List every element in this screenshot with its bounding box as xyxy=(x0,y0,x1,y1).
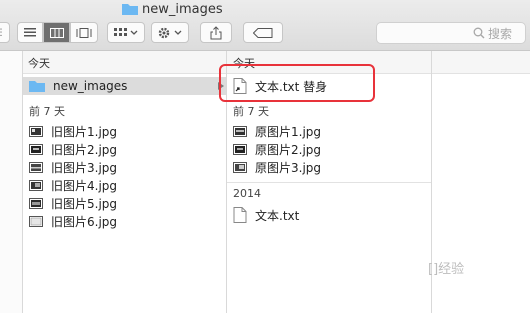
list-item[interactable]: 旧图片3.jpg xyxy=(29,158,117,176)
column1-header-label: 今天 xyxy=(28,57,50,70)
image-thumbnail-icon xyxy=(233,143,247,155)
file-name: 原图片1.jpg xyxy=(255,124,322,139)
share-icon xyxy=(210,25,222,39)
share-button[interactable] xyxy=(200,22,232,43)
search-placeholder: 搜索 xyxy=(488,27,513,41)
image-thumbnail-icon xyxy=(29,179,43,191)
tag-icon xyxy=(253,27,273,38)
grid-dropdown-icon xyxy=(114,27,138,36)
list-item[interactable]: 原图片1.jpg xyxy=(233,122,321,140)
file-name: 旧图片6.jpg xyxy=(51,214,118,229)
search-icon xyxy=(473,27,485,39)
file-name: 旧图片4.jpg xyxy=(51,178,118,193)
list-item[interactable]: 原图片3.jpg xyxy=(233,158,321,176)
list-item[interactable]: 旧图片4.jpg xyxy=(29,176,117,194)
watermark: []经验 xyxy=(428,262,465,277)
list-item[interactable]: new_images xyxy=(23,77,226,95)
tag-button[interactable] xyxy=(243,22,283,43)
back-button[interactable]: ⋮ xyxy=(0,22,10,43)
file-name: 文本.txt xyxy=(255,208,300,223)
list-view-icon xyxy=(24,28,36,37)
window-title: new_images xyxy=(142,2,223,17)
image-thumbnail-icon xyxy=(29,125,43,137)
list-view-button[interactable] xyxy=(17,22,43,43)
image-thumbnail-icon xyxy=(29,215,43,227)
folder-icon xyxy=(122,4,138,15)
section-title: 前 7 天 xyxy=(233,105,269,118)
list-item[interactable]: 原图片2.jpg xyxy=(233,140,321,158)
list-item[interactable]: 旧图片6.jpg xyxy=(29,212,117,230)
document-icon xyxy=(233,207,247,223)
file-name: 旧图片5.jpg xyxy=(51,196,118,211)
column3-header xyxy=(432,51,530,74)
section-divider xyxy=(227,182,431,183)
folder-name: new_images xyxy=(53,79,128,93)
list-item[interactable]: 旧图片5.jpg xyxy=(29,194,117,212)
group-by-button[interactable] xyxy=(107,22,145,43)
file-name: 原图片2.jpg xyxy=(255,142,322,157)
list-item[interactable]: 旧图片2.jpg xyxy=(29,140,117,158)
file-name: 旧图片2.jpg xyxy=(51,142,118,157)
column-view-icon xyxy=(49,27,64,38)
image-thumbnail-icon xyxy=(29,197,43,209)
action-button[interactable] xyxy=(151,22,189,43)
gallery-view-button[interactable] xyxy=(70,22,98,43)
section-title: 前 7 天 xyxy=(29,105,65,118)
file-name: 原图片3.jpg xyxy=(255,160,322,175)
image-thumbnail-icon xyxy=(233,161,247,173)
gear-dropdown-icon xyxy=(158,27,182,38)
list-item[interactable]: 文本.txt xyxy=(233,206,299,224)
file-name: 旧图片3.jpg xyxy=(51,160,118,175)
image-thumbnail-icon xyxy=(29,161,43,173)
file-name: 旧图片1.jpg xyxy=(51,124,118,139)
gallery-view-icon xyxy=(76,27,92,38)
folder-icon xyxy=(29,81,45,92)
list-item[interactable]: 旧图片1.jpg xyxy=(29,122,117,140)
highlight-annotation xyxy=(219,64,375,102)
column-view-button[interactable] xyxy=(43,22,70,43)
column1-header: 今天 xyxy=(22,51,226,74)
columns-icon: ⋮ xyxy=(0,27,6,38)
column0 xyxy=(0,51,22,313)
section-title: 2014 xyxy=(233,187,261,200)
image-thumbnail-icon xyxy=(233,125,247,137)
image-thumbnail-icon xyxy=(29,143,43,155)
